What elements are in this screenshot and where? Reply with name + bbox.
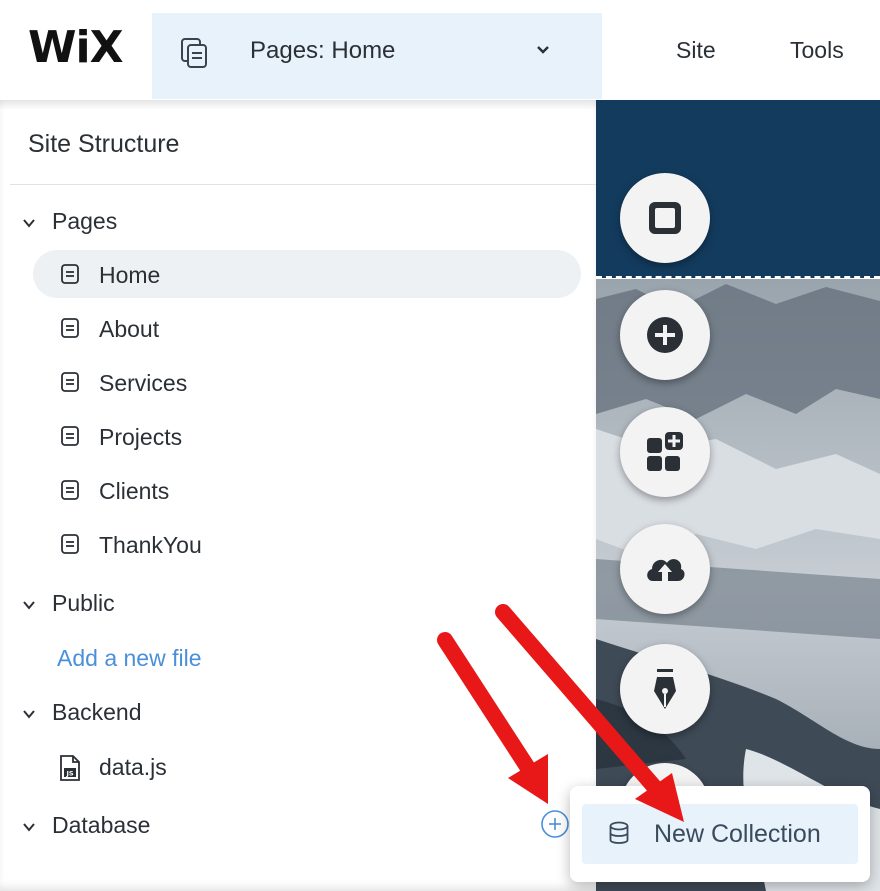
js-file-icon: JS [60, 755, 80, 781]
section-backend[interactable]: Backend [22, 699, 142, 726]
page-icon [61, 426, 79, 446]
page-item-label: Clients [99, 478, 170, 504]
page-icon [61, 264, 79, 284]
section-backend-label: Backend [52, 699, 142, 725]
svg-text:JS: JS [65, 770, 73, 778]
background-icon [649, 202, 681, 234]
new-collection-button[interactable]: New Collection [582, 804, 858, 864]
page-item-label: ThankYou [99, 532, 202, 558]
chevron-down-icon [23, 710, 35, 719]
add-apps-tool-button[interactable] [620, 407, 710, 497]
page-item-label: Services [99, 370, 188, 396]
add-apps-icon [647, 432, 683, 471]
menu-tools[interactable]: Tools [790, 37, 844, 64]
page-icon [61, 534, 79, 554]
new-collection-label: New Collection [654, 820, 821, 848]
chevron-down-icon [23, 601, 35, 610]
editor-canvas[interactable] [596, 100, 880, 891]
page-icon [61, 318, 79, 338]
chevron-down-icon [23, 823, 35, 832]
wix-logo[interactable]: WiX [28, 22, 124, 73]
top-bar: WiX Pages: Home Site Tools [0, 0, 880, 100]
pages-dropdown[interactable]: Pages: Home [152, 13, 602, 99]
add-new-file-link[interactable]: Add a new file [57, 645, 201, 672]
page-item-projects[interactable]: Projects [33, 412, 581, 460]
chevron-down-icon [537, 46, 549, 54]
menu-site[interactable]: Site [676, 37, 716, 64]
section-pages-label: Pages [52, 208, 118, 234]
panel-title: Site Structure [28, 130, 180, 158]
page-item-thankyou[interactable]: ThankYou [33, 520, 581, 568]
section-database[interactable]: Database [22, 812, 150, 839]
page-item-home[interactable]: Home [33, 250, 581, 298]
divider [10, 184, 596, 185]
background-tool-button[interactable] [620, 173, 710, 263]
page-item-services[interactable]: Services [33, 358, 581, 406]
file-item-label: data.js [99, 754, 167, 780]
section-database-label: Database [52, 812, 151, 838]
section-public-label: Public [52, 590, 115, 616]
file-item-data-js[interactable]: JS data.js [57, 753, 357, 787]
design-pen-icon [654, 669, 676, 709]
page-icon [61, 480, 79, 500]
page-item-about[interactable]: About [33, 304, 581, 352]
add-collection-icon[interactable] [540, 809, 570, 839]
panel-shadow [0, 100, 596, 110]
page-item-label: Home [99, 262, 161, 288]
design-tool-button[interactable] [620, 644, 710, 734]
page-item-label: About [99, 316, 160, 342]
page-icon [61, 372, 79, 392]
pages-icon [181, 38, 207, 68]
section-divider-dashed [596, 276, 880, 279]
chevron-down-icon [23, 219, 35, 228]
page-item-label: Projects [99, 424, 183, 450]
pages-dropdown-label: Pages: Home [250, 37, 396, 64]
section-pages[interactable]: Pages [22, 208, 117, 235]
add-tool-button[interactable] [620, 290, 710, 380]
add-icon [647, 317, 683, 353]
upload-tool-button[interactable] [620, 524, 710, 614]
section-public[interactable]: Public [22, 590, 115, 617]
upload-icon [647, 559, 685, 581]
add-collection-popup: New Collection [570, 786, 870, 882]
page-item-clients[interactable]: Clients [33, 466, 581, 514]
database-icon [609, 821, 629, 844]
